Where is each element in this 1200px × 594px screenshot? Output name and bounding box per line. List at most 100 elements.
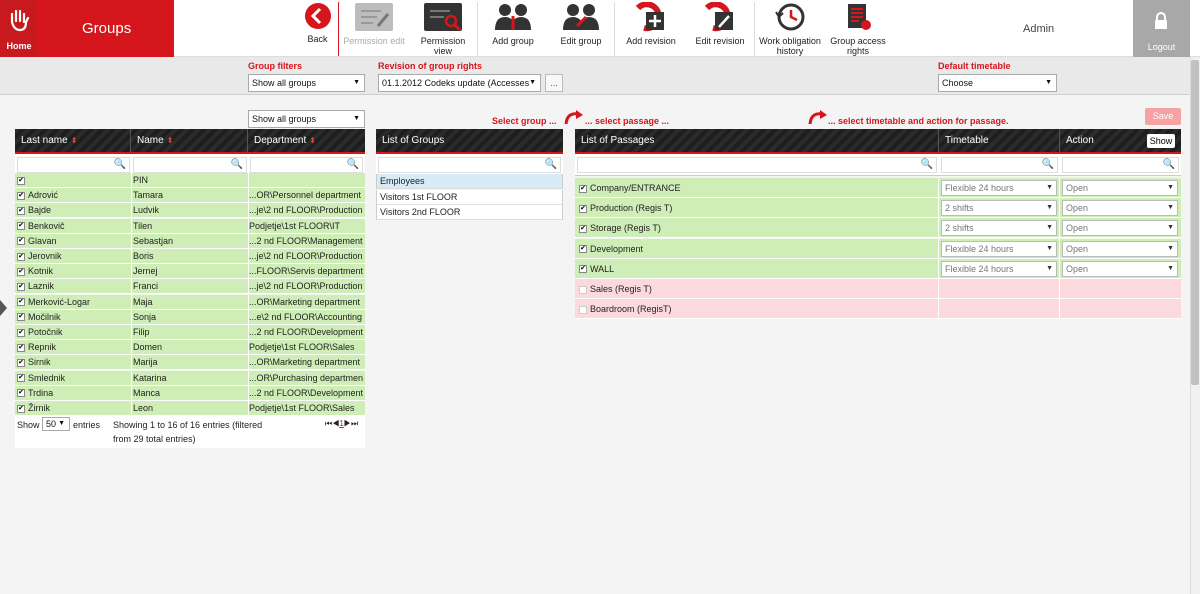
work-obligation-history-button[interactable]: Work obligation history: [756, 2, 824, 57]
table-row[interactable]: ✔ Močilnik Sonja ...e\2 nd FLOOR\Accounting: [15, 309, 365, 325]
last-name-cell: ✔ Smlednik: [17, 371, 131, 386]
passage-row[interactable]: ✔ WALL Flexible 24 hours ▼ Open ▼: [575, 258, 1181, 279]
row-checkbox[interactable]: ✔: [17, 267, 25, 276]
passage-search-input[interactable]: 🔍: [577, 157, 937, 173]
group-row[interactable]: Visitors 2nd FLOOR: [376, 205, 563, 220]
passage-checkbox[interactable]: ✔: [579, 204, 587, 213]
curved-arrow-icon: [808, 110, 827, 125]
passage-checkbox[interactable]: ✔: [579, 225, 587, 234]
passage-row[interactable]: ✔ Company/ENTRANCE Flexible 24 hours ▼ Open ▼: [575, 178, 1181, 198]
action-search-input[interactable]: 🔍: [1062, 157, 1179, 173]
timetable-select[interactable]: Flexible 24 hours ▼: [941, 240, 1057, 257]
last-name-search-input[interactable]: 🔍: [17, 157, 130, 173]
home-button[interactable]: Home: [0, 0, 38, 57]
row-checkbox[interactable]: ✔: [17, 389, 25, 398]
passage-checkbox[interactable]: ✔: [579, 265, 587, 274]
action-select[interactable]: Open ▼: [1062, 260, 1178, 277]
row-checkbox[interactable]: ✔: [17, 313, 25, 322]
table-row[interactable]: ✔ Laznik Franci ...je\2 nd FLOOR\Production: [15, 279, 365, 295]
row-checkbox[interactable]: ✔: [17, 359, 25, 368]
row-checkbox[interactable]: ✔: [17, 176, 25, 185]
passage-checkbox[interactable]: ✔: [579, 184, 587, 193]
passage-checkbox[interactable]: ✔: [579, 245, 587, 254]
group-row[interactable]: Visitors 1st FLOOR: [376, 189, 563, 205]
table-row[interactable]: ✔ Potočnik Filip ...2 nd FLOOR\Development: [15, 325, 365, 340]
next-page-icon[interactable]: ▶: [344, 419, 351, 428]
table-row[interactable]: ✔ Smlednik Katarina ...OR\Purchasing depart…: [15, 370, 365, 386]
timetable-search-input[interactable]: 🔍: [941, 157, 1058, 173]
table-row[interactable]: ✔ Glavan Sebastjan ...2 nd FLOOR\Management: [15, 233, 365, 249]
table-row[interactable]: ✔ Bajde Ludvik ...je\2 nd FLOOR\Production: [15, 203, 365, 219]
logout-button[interactable]: Logout: [1133, 0, 1190, 57]
table-row[interactable]: ✔ Sirnik Marija ...OR\Marketing department: [15, 355, 365, 371]
passage-name: Sales (Regis T): [590, 284, 652, 294]
group-filters-select[interactable]: Show all groups ▼: [248, 74, 365, 92]
row-checkbox[interactable]: ✔: [17, 328, 25, 337]
department-search-input[interactable]: 🔍: [250, 157, 363, 173]
passage-row[interactable]: ✔ Storage (Regis T) 2 shifts ▼ Open ▼: [575, 218, 1181, 239]
action-select[interactable]: Open ▼: [1062, 220, 1178, 237]
row-checkbox[interactable]: ✔: [17, 191, 25, 200]
table-row[interactable]: ✔ Žirnik Leon Podjetje\1st FLOOR\Sales: [15, 401, 365, 416]
scrollbar-thumb[interactable]: [1191, 60, 1199, 385]
name-search-input[interactable]: 🔍: [133, 157, 247, 173]
row-checkbox[interactable]: ✔: [17, 343, 25, 352]
row-checkbox[interactable]: ✔: [17, 237, 25, 246]
timetable-select[interactable]: Flexible 24 hours ▼: [941, 180, 1057, 196]
show-button[interactable]: Show: [1147, 134, 1175, 148]
passage-row[interactable]: ✔ Development Flexible 24 hours ▼ Open ▼: [575, 238, 1181, 259]
revision-more-button[interactable]: ...: [545, 74, 563, 92]
column-department[interactable]: Department ⬍: [248, 129, 365, 152]
page-size-value: 50: [46, 419, 57, 429]
row-checkbox[interactable]: ✔: [17, 252, 25, 261]
passage-checkbox[interactable]: [579, 305, 587, 314]
passage-row[interactable]: ✔ Production (Regis T) 2 shifts ▼ Open ▼: [575, 198, 1181, 219]
permission-view-button[interactable]: Permission view: [418, 2, 468, 57]
table-row[interactable]: ✔ PIN: [15, 173, 365, 188]
row-checkbox[interactable]: ✔: [17, 298, 25, 307]
table-row[interactable]: ✔ Repnik Domen Podjetje\1st FLOOR\Sales: [15, 340, 365, 356]
passage-row[interactable]: Sales (Regis T): [575, 279, 1181, 299]
table-row[interactable]: ✔ Benkovič Tilen Podjetje\1st FLOOR\IT: [15, 218, 365, 234]
revision-select[interactable]: 01.1.2012 Codeks update (Accesses ▼: [378, 74, 541, 92]
action-select[interactable]: Open ▼: [1062, 200, 1178, 217]
row-checkbox[interactable]: ✔: [17, 222, 25, 231]
row-checkbox[interactable]: ✔: [17, 404, 25, 413]
column-divider: [1059, 238, 1060, 259]
add-revision-button[interactable]: Add revision: [624, 2, 678, 57]
edit-group-button[interactable]: Edit group: [556, 2, 606, 57]
table-row[interactable]: ✔ Kotnik Jernej ...FLOOR\Servis department: [15, 264, 365, 280]
timetable-select[interactable]: Flexible 24 hours ▼: [941, 260, 1057, 277]
last-page-icon[interactable]: ⏭: [351, 419, 358, 428]
save-button[interactable]: Save: [1145, 108, 1181, 125]
row-checkbox[interactable]: ✔: [17, 207, 25, 216]
group-row[interactable]: Employees: [376, 174, 563, 189]
permission-edit-button[interactable]: Permission edit: [341, 2, 407, 57]
table-row[interactable]: ✔ Merković-Logar Maja ...OR\Marketing depar…: [15, 294, 365, 310]
row-checkbox[interactable]: ✔: [17, 283, 25, 292]
row-checkbox[interactable]: ✔: [17, 374, 25, 383]
timetable-select[interactable]: 2 shifts ▼: [941, 220, 1057, 237]
groups-search-input[interactable]: 🔍: [378, 157, 561, 173]
edit-revision-button[interactable]: Edit revision: [692, 2, 748, 57]
default-timetable-select[interactable]: Choose ▼: [938, 74, 1057, 92]
action-select[interactable]: Open ▼: [1062, 180, 1178, 196]
column-last-name[interactable]: Last name ⬍: [15, 129, 131, 152]
dropdown-arrow-icon: ▼: [1167, 264, 1174, 272]
action-select[interactable]: Open ▼: [1062, 240, 1178, 257]
side-collapse-handle[interactable]: [0, 300, 7, 316]
table-row[interactable]: ✔ Adrović Tamara ...OR\Personnel department: [15, 188, 365, 204]
edit-doc-icon: [355, 3, 393, 31]
last-name-cell: ✔: [17, 173, 131, 188]
table-row[interactable]: ✔ Trdina Manca ...2 nd FLOOR\Development: [15, 385, 365, 401]
add-group-button[interactable]: Add group: [486, 2, 540, 57]
people-filter-select[interactable]: Show all groups ▼: [248, 110, 365, 128]
timetable-select[interactable]: 2 shifts ▼: [941, 200, 1057, 217]
column-name[interactable]: Name ⬍: [131, 129, 248, 152]
page-size-select[interactable]: 50 ▼: [42, 417, 70, 431]
passage-checkbox[interactable]: [579, 285, 587, 294]
passage-row[interactable]: Boardroom (RegisT): [575, 299, 1181, 320]
back-button[interactable]: Back: [300, 2, 335, 57]
group-access-rights-button[interactable]: Group access rights: [828, 2, 888, 57]
table-row[interactable]: ✔ Jerovnik Boris ...je\2 nd FLOOR\Productio…: [15, 249, 365, 264]
